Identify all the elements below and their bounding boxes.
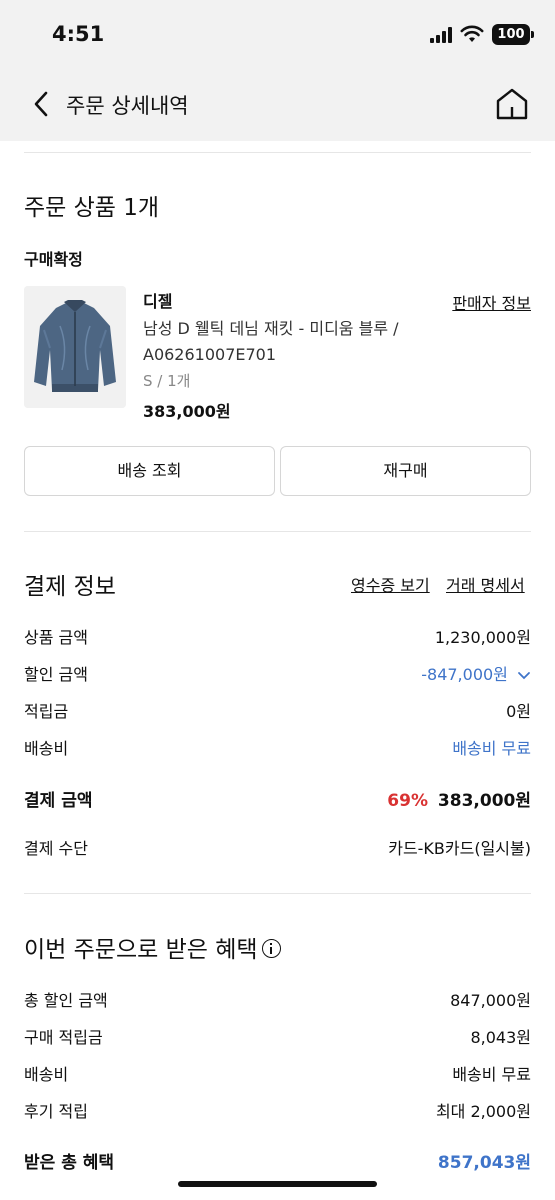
review-points-label: 후기 적립: [24, 1102, 88, 1121]
review-points-value: 최대 2,000원: [435, 1102, 531, 1121]
track-delivery-button[interactable]: 배송 조회: [24, 446, 275, 496]
purchase-points-value: 8,043원: [470, 1028, 531, 1047]
info-icon[interactable]: [261, 939, 281, 958]
points-label: 적립금: [24, 702, 69, 721]
benefit-shipping-value: 배송비 무료: [452, 1065, 531, 1084]
payment-total-value: 383,000원: [437, 791, 531, 811]
divider: [24, 893, 531, 894]
total-discount-value: 847,000원: [450, 991, 531, 1010]
benefit-shipping-label: 배송비: [24, 1065, 69, 1084]
battery-icon: 100: [492, 24, 530, 45]
statement-link[interactable]: 거래 명세서: [446, 572, 525, 596]
order-items-title: 주문 상품 1개: [24, 195, 160, 221]
total-benefit-value: 857,043원: [437, 1153, 531, 1173]
benefits-title-text: 이번 주문으로 받은 혜택: [24, 937, 258, 963]
shipping-fee-value: 배송비 무료: [452, 739, 531, 758]
purchase-points-label: 구매 적립금: [24, 1028, 103, 1047]
product-image[interactable]: [24, 286, 126, 408]
denim-jacket-image: [24, 286, 126, 408]
discount-amount-value: -847,000원: [421, 665, 508, 684]
product-name[interactable]: 남성 D 웰틱 데님 재킷 - 미디움 블루 / A06261007E701: [143, 316, 423, 368]
seller-info-link[interactable]: 판매자 정보: [400, 290, 531, 314]
total-discount-label: 총 할인 금액: [24, 991, 108, 1010]
product-amount-value: 1,230,000원: [434, 628, 531, 647]
page-title: 주문 상세내역: [66, 94, 189, 118]
product-option: S / 1개: [143, 372, 191, 390]
chevron-down-icon: [518, 671, 530, 679]
product-brand[interactable]: 디젤: [143, 288, 172, 312]
discount-amount-toggle[interactable]: -847,000원: [421, 661, 531, 685]
order-status-label: 구매확정: [24, 250, 83, 269]
status-time: 4:51: [52, 22, 105, 46]
battery-nub: [531, 31, 534, 38]
points-value: 0원: [506, 702, 531, 721]
home-icon[interactable]: [494, 86, 530, 122]
product-name-line2: A06261007E701: [143, 345, 277, 364]
divider: [24, 531, 531, 532]
total-benefit-label: 받은 총 혜택: [24, 1153, 115, 1173]
product-name-line1: 남성 D 웰틱 데님 재킷 - 미디움 블루 /: [143, 319, 399, 338]
discount-amount-label: 할인 금액: [24, 665, 88, 684]
discount-percent: 69%: [387, 791, 428, 811]
payment-method-label: 결제 수단: [24, 839, 88, 858]
receipt-link[interactable]: 영수증 보기: [351, 572, 430, 596]
back-chevron-icon[interactable]: [28, 88, 56, 120]
shipping-fee-label: 배송비: [24, 739, 69, 758]
home-indicator[interactable]: [178, 1181, 377, 1187]
benefits-title: 이번 주문으로 받은 혜택: [24, 930, 281, 964]
product-price: 383,000원: [143, 402, 231, 421]
payment-method-value: 카드-KB카드(일시불): [388, 839, 531, 858]
wifi-icon: [460, 25, 484, 42]
divider: [24, 152, 531, 153]
cellular-signal-icon: [430, 27, 454, 43]
payment-info-title: 결제 정보: [24, 574, 116, 600]
product-amount-label: 상품 금액: [24, 628, 88, 647]
reorder-button[interactable]: 재구매: [280, 446, 531, 496]
payment-total-label: 결제 금액: [24, 791, 93, 811]
payment-total: 69% 383,000원: [387, 786, 531, 811]
